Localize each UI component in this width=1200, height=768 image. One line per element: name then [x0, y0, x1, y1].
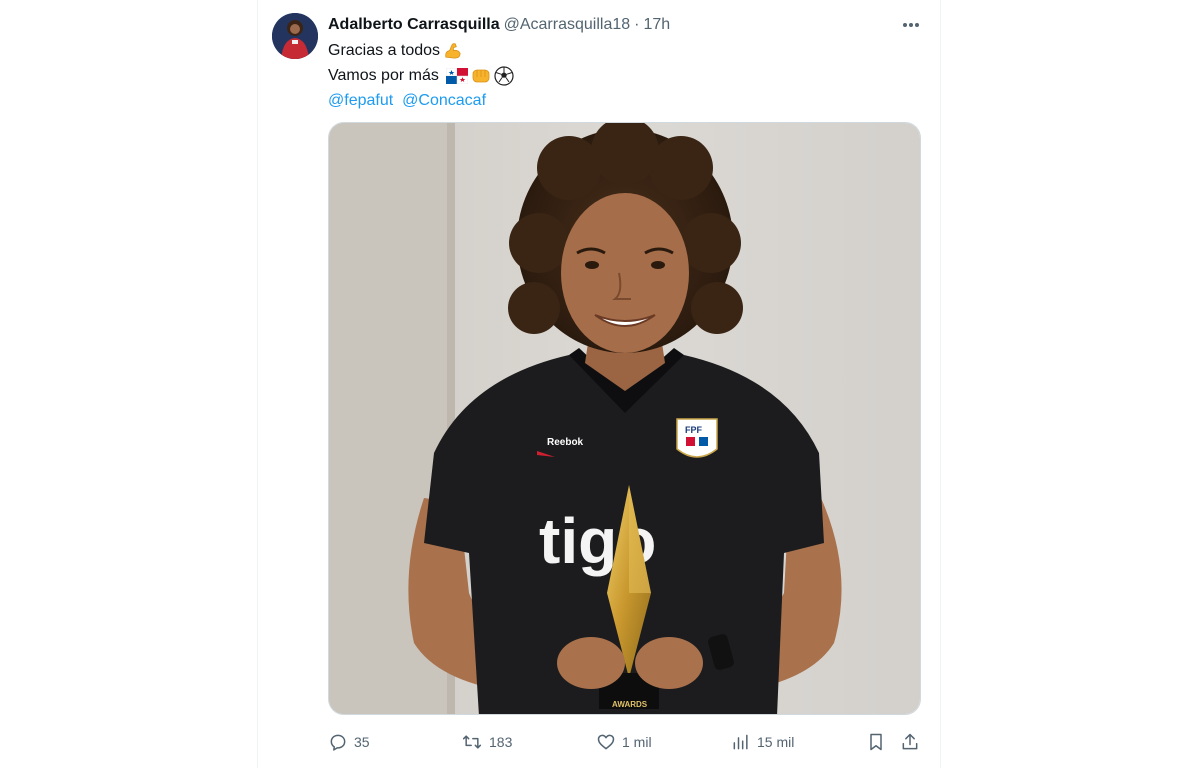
reply-icon [330, 734, 346, 751]
tweet-page: Adalberto Carrasquilla @Acarrasquilla18 … [0, 0, 1200, 768]
reply-button[interactable]: 35 [328, 728, 370, 756]
fpf-crest-text: FPF [685, 425, 703, 435]
mentions-line: @fepafut @Concacaf [328, 88, 514, 113]
panama-flag-emoji [445, 67, 468, 84]
views-count: 15 mil [757, 734, 795, 750]
flexed-biceps-emoji [443, 41, 462, 60]
player-photo: Reebok FPF tigo AWARDS [329, 123, 920, 714]
avatar-image [272, 13, 318, 59]
repost-button[interactable]: 183 [461, 728, 512, 756]
share-button[interactable] [900, 728, 920, 756]
share-icon [902, 733, 918, 750]
trophy-label: AWARDS [612, 700, 648, 709]
reply-count: 35 [354, 734, 370, 750]
reebok-logo: Reebok [547, 437, 584, 448]
more-icon [903, 23, 919, 27]
like-count: 1 mil [622, 734, 652, 750]
more-options-button[interactable] [898, 14, 924, 36]
bookmark-icon [870, 733, 882, 751]
tweet-header: Adalberto Carrasquilla @Acarrasquilla18 … [328, 14, 670, 36]
mention-fepafut[interactable]: @fepafut [328, 88, 393, 113]
author-name[interactable]: Adalberto Carrasquilla [328, 16, 500, 34]
tweet-photo[interactable]: Reebok FPF tigo AWARDS [328, 122, 921, 715]
tweet-line-2: Vamos por más [328, 63, 514, 88]
like-button[interactable]: 1 mil [596, 728, 652, 756]
tweet-actions: 35 183 1 mil 15 mil [328, 728, 921, 756]
repost-icon [462, 735, 482, 749]
separator-dot: · [634, 16, 640, 33]
mention-concacaf[interactable]: @Concacaf [402, 88, 486, 113]
tweet-line-1: Gracias a todos [328, 38, 514, 63]
fist-bump-emoji [471, 67, 491, 85]
tweet-line-text: Gracias a todos [328, 42, 441, 59]
views-icon [733, 734, 748, 750]
heart-icon [597, 734, 615, 750]
bookmark-button[interactable] [866, 728, 886, 756]
avatar[interactable] [272, 13, 318, 59]
views-button[interactable]: 15 mil [731, 728, 794, 756]
author-handle[interactable]: @Acarrasquilla18 [504, 16, 631, 34]
repost-count: 183 [489, 734, 513, 750]
tweet-text: Gracias a todos Vamos por más @fepafut @… [328, 38, 514, 113]
post-time[interactable]: 17h [643, 16, 670, 34]
soccer-ball-emoji [494, 65, 514, 86]
tweet-line-text: Vamos por más [328, 67, 439, 84]
